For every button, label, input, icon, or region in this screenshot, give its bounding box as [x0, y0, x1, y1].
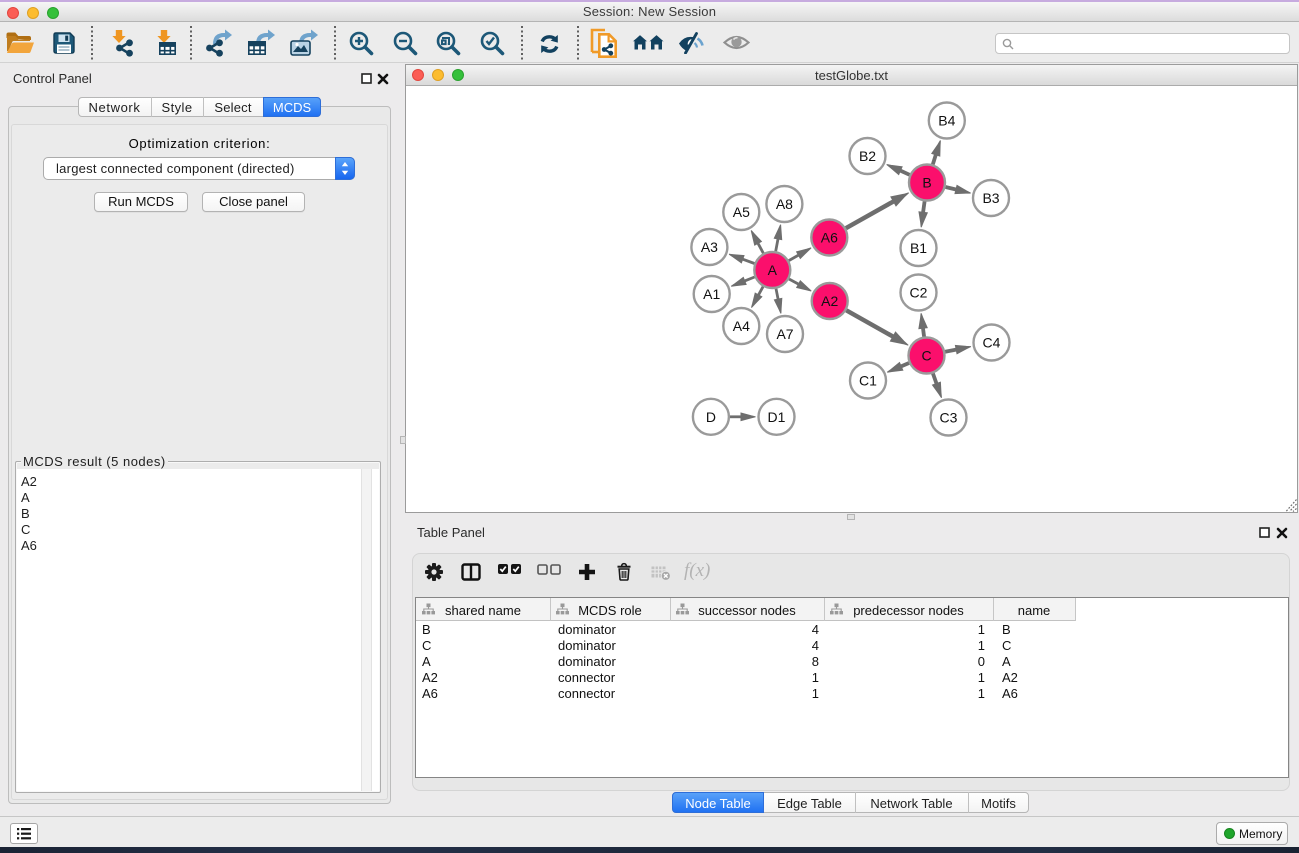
svg-text:C2: C2: [910, 285, 928, 301]
svg-text:A3: A3: [701, 239, 718, 255]
svg-text:C4: C4: [983, 335, 1001, 351]
svg-text:A: A: [768, 262, 778, 278]
svg-text:C: C: [921, 348, 931, 364]
svg-text:A8: A8: [776, 196, 793, 212]
svg-text:B4: B4: [938, 113, 955, 129]
svg-text:D1: D1: [768, 409, 786, 425]
svg-text:A5: A5: [733, 204, 750, 220]
svg-text:A7: A7: [776, 326, 793, 342]
svg-text:B2: B2: [859, 148, 876, 164]
svg-text:A6: A6: [821, 230, 838, 246]
svg-text:B1: B1: [910, 240, 927, 256]
svg-text:D: D: [706, 409, 716, 425]
svg-text:A4: A4: [733, 318, 750, 334]
svg-text:C3: C3: [940, 410, 958, 426]
svg-text:B: B: [922, 175, 931, 191]
svg-text:B3: B3: [982, 190, 999, 206]
svg-text:A2: A2: [821, 293, 838, 309]
svg-text:C1: C1: [859, 373, 877, 389]
svg-text:A1: A1: [703, 286, 720, 302]
